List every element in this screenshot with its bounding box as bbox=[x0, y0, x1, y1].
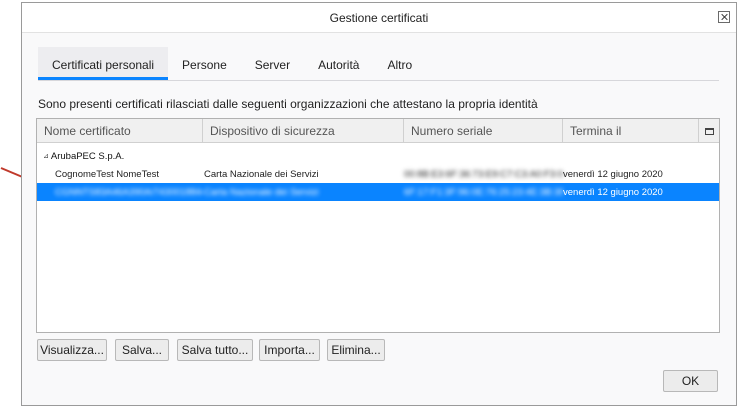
cell-serial: 6F:17:F1:3F:96:0E:76:25:23:4E:3B:38:45:.… bbox=[404, 186, 563, 198]
column-header-expires[interactable]: Termina il bbox=[563, 119, 699, 143]
tab-bar: Certificati personali Persone Server Aut… bbox=[38, 47, 719, 81]
cell-device: Carta Nazionale dei Servizi bbox=[204, 168, 319, 180]
twisty-expanded-icon[interactable]: ⊿ bbox=[43, 152, 49, 160]
certificate-row[interactable]: CognomeTest NomeTest Carta Nazionale dei… bbox=[37, 165, 719, 183]
tab-authorities[interactable]: Autorità bbox=[304, 47, 373, 80]
import-button[interactable]: Importa... bbox=[259, 339, 320, 361]
certificate-tree[interactable]: Nome certificato Dispositivo di sicurezz… bbox=[36, 118, 720, 333]
cell-name: CGNNTS83A46A390A/743001884459... bbox=[55, 186, 203, 198]
tab-servers[interactable]: Server bbox=[241, 47, 304, 80]
save-all-button[interactable]: Salva tutto... bbox=[177, 339, 253, 361]
ok-button[interactable]: OK bbox=[663, 370, 718, 392]
close-icon[interactable] bbox=[718, 11, 730, 23]
tab-personal-certificates[interactable]: Certificati personali bbox=[38, 47, 169, 80]
window-title: Gestione certificati bbox=[329, 11, 429, 25]
delete-button[interactable]: Elimina... bbox=[327, 339, 385, 361]
tree-header: Nome certificato Dispositivo di sicurezz… bbox=[37, 119, 719, 143]
certificate-row-selected[interactable]: CGNNTS83A46A390A/743001884459... Carta N… bbox=[37, 183, 719, 201]
column-header-device[interactable]: Dispositivo di sicurezza bbox=[203, 119, 404, 143]
cell-device: Carta Nazionale dei Servizi bbox=[204, 186, 319, 198]
cell-name: CognomeTest NomeTest bbox=[55, 168, 160, 180]
view-button[interactable]: Visualizza... bbox=[37, 339, 107, 361]
cell-expires: venerdì 12 giugno 2020 bbox=[563, 168, 663, 180]
save-button[interactable]: Salva... bbox=[115, 339, 169, 361]
column-header-name[interactable]: Nome certificato bbox=[37, 119, 203, 143]
description-text: Sono presenti certificati rilasciati dal… bbox=[38, 97, 538, 111]
cell-serial: 00:8B:E3:6F:36:73:E9:C7:C3:A0:F3:0F:6C:.… bbox=[404, 168, 563, 180]
column-picker-icon[interactable] bbox=[699, 119, 719, 143]
certificate-manager-dialog: Gestione certificati Certificati persona… bbox=[21, 2, 737, 406]
tab-people[interactable]: Persone bbox=[168, 47, 241, 80]
group-row[interactable]: ⊿ ArubaPEC S.p.A. bbox=[37, 147, 719, 165]
title-bar: Gestione certificati bbox=[22, 3, 736, 33]
column-header-serial[interactable]: Numero seriale bbox=[404, 119, 563, 143]
group-label: ArubaPEC S.p.A. bbox=[50, 150, 125, 162]
tab-other[interactable]: Altro bbox=[373, 47, 426, 80]
cell-expires: venerdì 12 giugno 2020 bbox=[563, 186, 663, 198]
